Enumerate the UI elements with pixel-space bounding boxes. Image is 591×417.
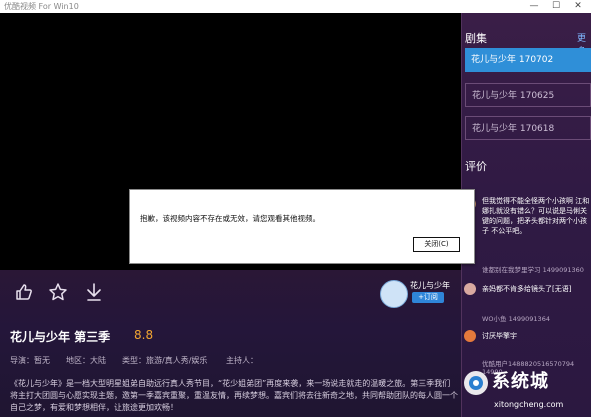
dialog-message: 抱歉，该视频内容不存在或无效，请您观看其他视频。 <box>140 214 320 223</box>
close-window-button[interactable]: ✕ <box>567 0 589 13</box>
star-icon[interactable] <box>48 282 68 302</box>
subscribe-button[interactable]: +订阅 <box>412 292 444 303</box>
episodes-header: 剧集 <box>465 32 487 45</box>
episode-item[interactable]: 花儿与少年 170702 <box>465 48 591 72</box>
window-title: 优酷视频 For Win10 <box>4 2 79 11</box>
episode-item[interactable]: 花儿与少年 170625 <box>465 83 591 107</box>
avatar[interactable] <box>464 330 476 342</box>
genre-info: 类型：旅游/真人秀/娱乐 <box>122 356 208 365</box>
download-icon[interactable] <box>84 282 104 302</box>
watermark-text: 系统城 <box>492 371 549 392</box>
uploader-name[interactable]: 花儿与少年 <box>410 280 450 291</box>
dialog-close-button[interactable]: 关闭(C) <box>413 237 460 252</box>
episode-item[interactable]: 花儿与少年 170618 <box>465 116 591 140</box>
director-info: 导演：暂无 <box>10 356 50 365</box>
comment-meta: WO小鱼 1499091364 <box>482 315 550 323</box>
minimize-button[interactable]: — <box>523 0 545 13</box>
show-title: 花儿与少年 第三季 <box>10 330 111 344</box>
error-dialog: 抱歉，该视频内容不存在或无效，请您观看其他视频。 关闭(C) <box>129 189 475 264</box>
comment-text: 讨厌毕擎宇 <box>482 332 517 340</box>
window-titlebar: 优酷视频 For Win10 — ☐ ✕ <box>0 0 591 14</box>
show-rating: 8.8 <box>134 328 154 342</box>
side-panel: 剧集 更多 花儿与少年 170702 花儿与少年 170625 花儿与少年 17… <box>461 13 591 417</box>
comments-header: 评价 <box>465 160 487 173</box>
thumbs-up-icon[interactable] <box>14 282 34 302</box>
comment-meta: 谁都别在我梦里学习 1499091360 <box>482 266 584 274</box>
region-info: 地区：大陆 <box>66 356 106 365</box>
watermark-url: xitongcheng.com <box>494 400 564 409</box>
show-description: 《花儿与少年》是一档大型明星姐弟自助远行真人秀节目，“花少姐弟团”再度来袭，来一… <box>10 379 458 412</box>
uploader-avatar[interactable] <box>380 280 408 308</box>
avatar[interactable] <box>464 283 476 295</box>
comment-text: 但我觉得不能全怪两个小孩啊 江和娜扎就没有错么？可以说是马俐关键的问题，把矛头都… <box>482 197 590 235</box>
host-info: 主持人： <box>226 356 258 365</box>
site-watermark: 系统城 xitongcheng.com <box>460 365 591 417</box>
maximize-button[interactable]: ☐ <box>545 0 567 13</box>
watermark-logo-icon <box>464 371 488 395</box>
window-controls: — ☐ ✕ <box>523 0 589 13</box>
comment-text: 亲妈都不肯多给镜头了[无语] <box>482 285 572 293</box>
